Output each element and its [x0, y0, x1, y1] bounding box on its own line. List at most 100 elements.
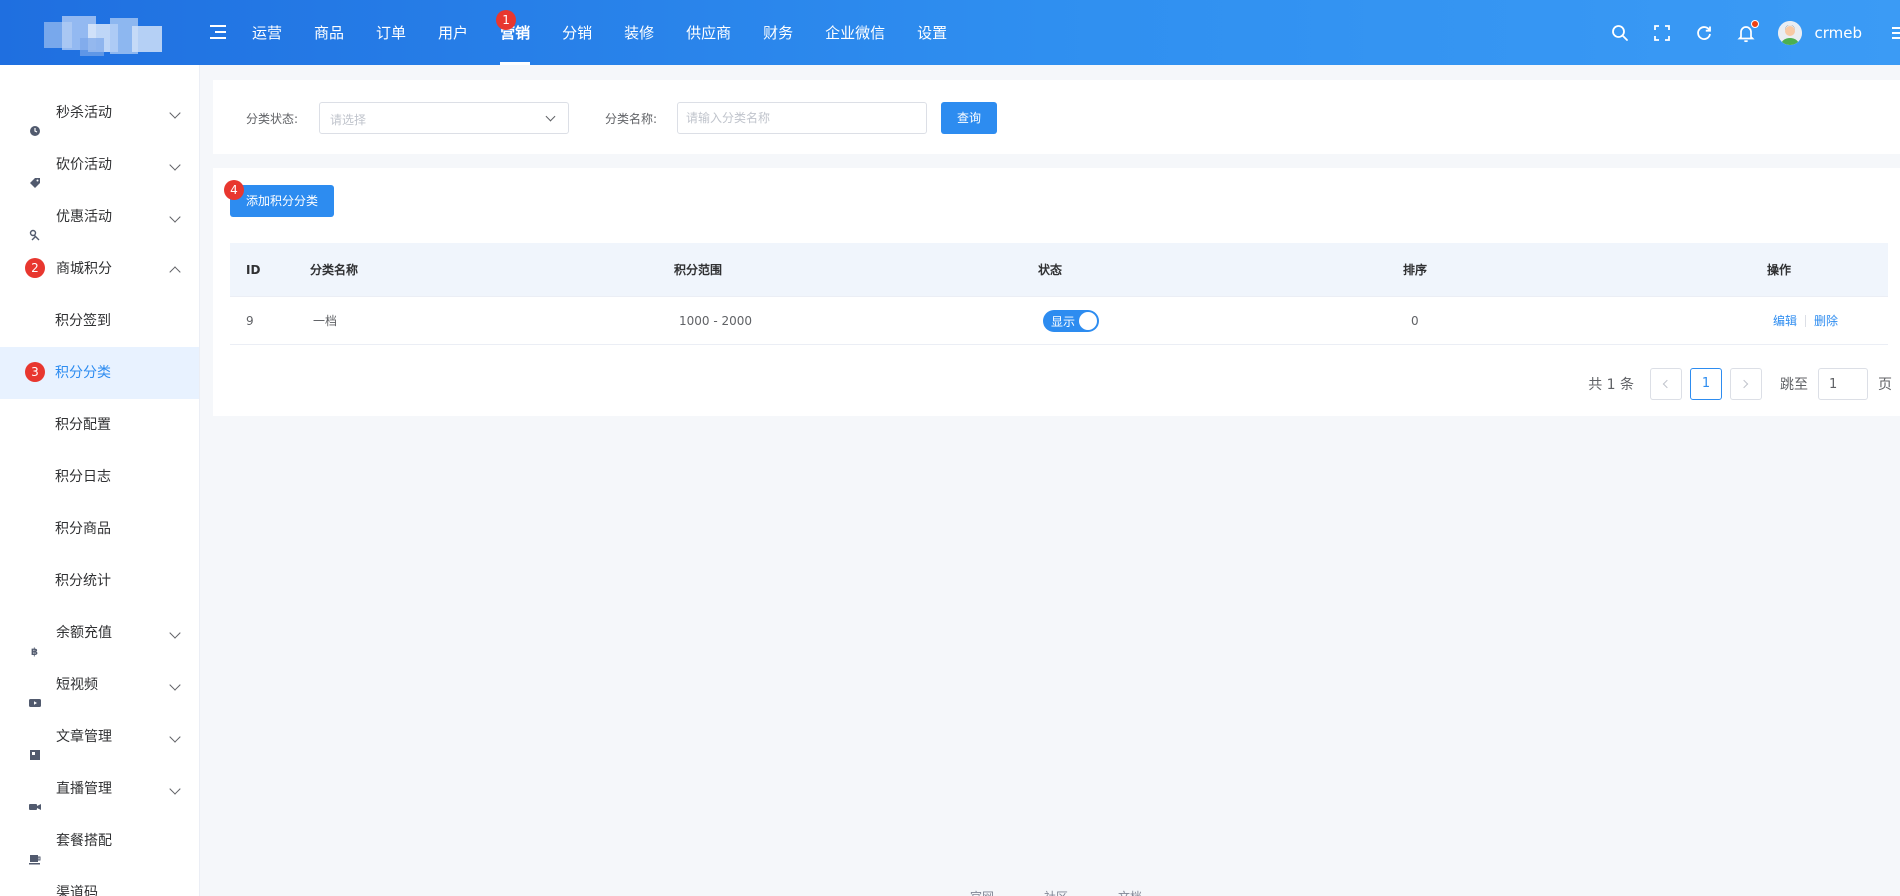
nav-item-shezhi[interactable]: 设置 — [901, 0, 963, 65]
chevron-left-icon — [1662, 379, 1672, 389]
menu-toggle-icon[interactable] — [210, 24, 228, 40]
sidebar-item-balance-recharge[interactable]: ฿ 余额充值 — [0, 607, 199, 659]
step-badge: 2 — [25, 258, 45, 278]
jump-label: 跳至 — [1780, 377, 1808, 393]
chevron-down-icon — [169, 627, 181, 639]
coin-icon: ฿ — [29, 627, 41, 658]
column-header-range: 积分范围 — [674, 263, 723, 277]
prev-page-button[interactable] — [1650, 368, 1682, 400]
nav-item-qiyeweixin[interactable]: 企业微信 — [809, 0, 901, 65]
sidebar: 秒杀活动 砍价活动 优惠活动 2 商城积分 积分签到 3 积分分类 积分配置 积… — [0, 65, 200, 896]
column-header-id: ID — [246, 262, 261, 277]
column-header-name: 分类名称 — [310, 263, 359, 277]
page-number-button[interactable]: 1 — [1690, 368, 1722, 400]
logo[interactable] — [44, 14, 162, 58]
footer-link-website[interactable]: 官网 — [970, 888, 994, 896]
tag-icon — [29, 159, 41, 188]
cell-range: 1000 - 2000 — [679, 313, 753, 328]
column-header-actions: 操作 — [1767, 263, 1792, 277]
sidebar-item-seckill[interactable]: 秒杀活动 — [0, 87, 199, 139]
table-header: ID 分类名称 积分范围 状态 排序 操作 — [230, 243, 1888, 297]
user-menu[interactable]: crmeb — [1778, 20, 1862, 45]
username: crmeb — [1814, 23, 1862, 42]
jump-page-input[interactable] — [1819, 369, 1867, 399]
sidebar-item-points-category[interactable]: 3 积分分类 — [0, 347, 199, 399]
category-table: ID 分类名称 积分范围 状态 排序 操作 9 一档 1000 - 2000 显… — [230, 243, 1888, 345]
delete-link[interactable]: 删除 — [1814, 312, 1838, 329]
step-badge: 4 — [224, 180, 244, 200]
more-icon[interactable] — [1888, 23, 1900, 43]
chevron-down-icon — [169, 107, 181, 119]
category-name-input[interactable] — [678, 103, 926, 133]
pagination: 共 1 条 1 跳至 页 — [1588, 368, 1892, 400]
svg-text:฿: ฿ — [31, 647, 38, 657]
query-button[interactable]: 查询 — [941, 102, 997, 134]
nav-item-yonghu[interactable]: 用户 — [422, 0, 484, 65]
refresh-icon[interactable] — [1694, 23, 1714, 43]
status-switch[interactable]: 显示 — [1043, 309, 1099, 332]
name-label: 分类名称: — [605, 112, 658, 126]
chevron-right-icon — [1739, 379, 1749, 389]
footer-link-docs[interactable]: 文档 — [1118, 888, 1142, 896]
pagination-total: 共 1 条 — [1588, 377, 1634, 393]
switch-knob — [1079, 311, 1097, 330]
cell-actions: 编辑 删除 — [1773, 297, 1838, 344]
sidebar-item-short-video[interactable]: 短视频 — [0, 659, 199, 711]
sidebar-item-discount[interactable]: 优惠活动 — [0, 191, 199, 243]
jump-input-wrap — [1818, 368, 1868, 400]
footer-link-community[interactable]: 社区 — [1044, 888, 1068, 896]
cube-icon — [29, 887, 41, 896]
cell-status: 显示 — [1043, 297, 1099, 344]
sidebar-item-points-signin[interactable]: 积分签到 — [0, 295, 199, 347]
sidebar-item-combo[interactable]: 套餐搭配 — [0, 815, 199, 867]
next-page-button[interactable] — [1730, 368, 1762, 400]
sidebar-item-points-goods[interactable]: 积分商品 — [0, 503, 199, 555]
camera-icon — [29, 783, 41, 810]
search-panel: 分类状态: 请选择 分类名称: 查询 — [213, 80, 1900, 154]
cell-sort: 0 — [1411, 313, 1419, 328]
chevron-down-icon — [545, 111, 556, 122]
divider — [1805, 314, 1807, 327]
edit-link[interactable]: 编辑 — [1773, 312, 1797, 329]
sidebar-item-bargain[interactable]: 砍价活动 — [0, 139, 199, 191]
notification-dot — [1751, 19, 1760, 28]
sidebar-item-mall-points[interactable]: 2 商城积分 — [0, 243, 199, 295]
fullscreen-icon[interactable] — [1652, 23, 1672, 43]
bell-icon[interactable] — [1736, 19, 1760, 43]
sidebar-item-points-log[interactable]: 积分日志 — [0, 451, 199, 503]
nav-item-yunying[interactable]: 运营 — [236, 0, 298, 65]
nav-item-fenxiao[interactable]: 分销 — [546, 0, 608, 65]
chevron-up-icon — [169, 266, 181, 278]
sidebar-item-live[interactable]: 直播管理 — [0, 763, 199, 815]
nav-item-dingdan[interactable]: 订单 — [360, 0, 422, 65]
page-unit: 页 — [1878, 377, 1892, 393]
list-panel: 添加积分分类 4 ID 分类名称 积分范围 状态 排序 操作 9 一档 1000… — [213, 168, 1900, 416]
sidebar-item-article[interactable]: 文章管理 — [0, 711, 199, 763]
table-row: 9 一档 1000 - 2000 显示 0 编辑 删除 — [230, 297, 1888, 345]
nav-item-yingxiao[interactable]: 营销 1 — [484, 0, 546, 65]
chevron-down-icon — [169, 159, 181, 171]
search-icon[interactable] — [1610, 23, 1630, 43]
column-header-status: 状态 — [1038, 263, 1063, 277]
chevron-down-icon — [169, 783, 181, 795]
status-switch-label: 显示 — [1051, 314, 1076, 329]
sidebar-item-points-config[interactable]: 积分配置 — [0, 399, 199, 451]
top-header: 运营 商品 订单 用户 营销 1 分销 装修 供应商 财务 企业微信 设置 cr… — [0, 0, 1900, 65]
add-points-category-button[interactable]: 添加积分分类 — [230, 185, 334, 217]
step-badge: 1 — [496, 10, 517, 30]
nav-item-zhuangxiu[interactable]: 装修 — [608, 0, 670, 65]
status-select[interactable]: 请选择 — [319, 102, 569, 134]
sidebar-item-channel-code[interactable]: 渠道码 — [0, 867, 199, 896]
avatar — [1778, 20, 1803, 45]
nav-item-shangpin[interactable]: 商品 — [298, 0, 360, 65]
column-header-sort: 排序 — [1403, 263, 1428, 277]
nav-item-caiwu[interactable]: 财务 — [747, 0, 809, 65]
gift-icon — [29, 211, 41, 241]
status-label: 分类状态: — [246, 112, 299, 126]
sidebar-item-points-stats[interactable]: 积分统计 — [0, 555, 199, 607]
step-badge: 3 — [25, 362, 45, 382]
cell-name: 一档 — [313, 314, 338, 328]
name-input-wrap — [677, 102, 927, 134]
nav-item-gongyingshang[interactable]: 供应商 — [670, 0, 747, 65]
top-nav: 运营 商品 订单 用户 营销 1 分销 装修 供应商 财务 企业微信 设置 — [236, 0, 963, 65]
